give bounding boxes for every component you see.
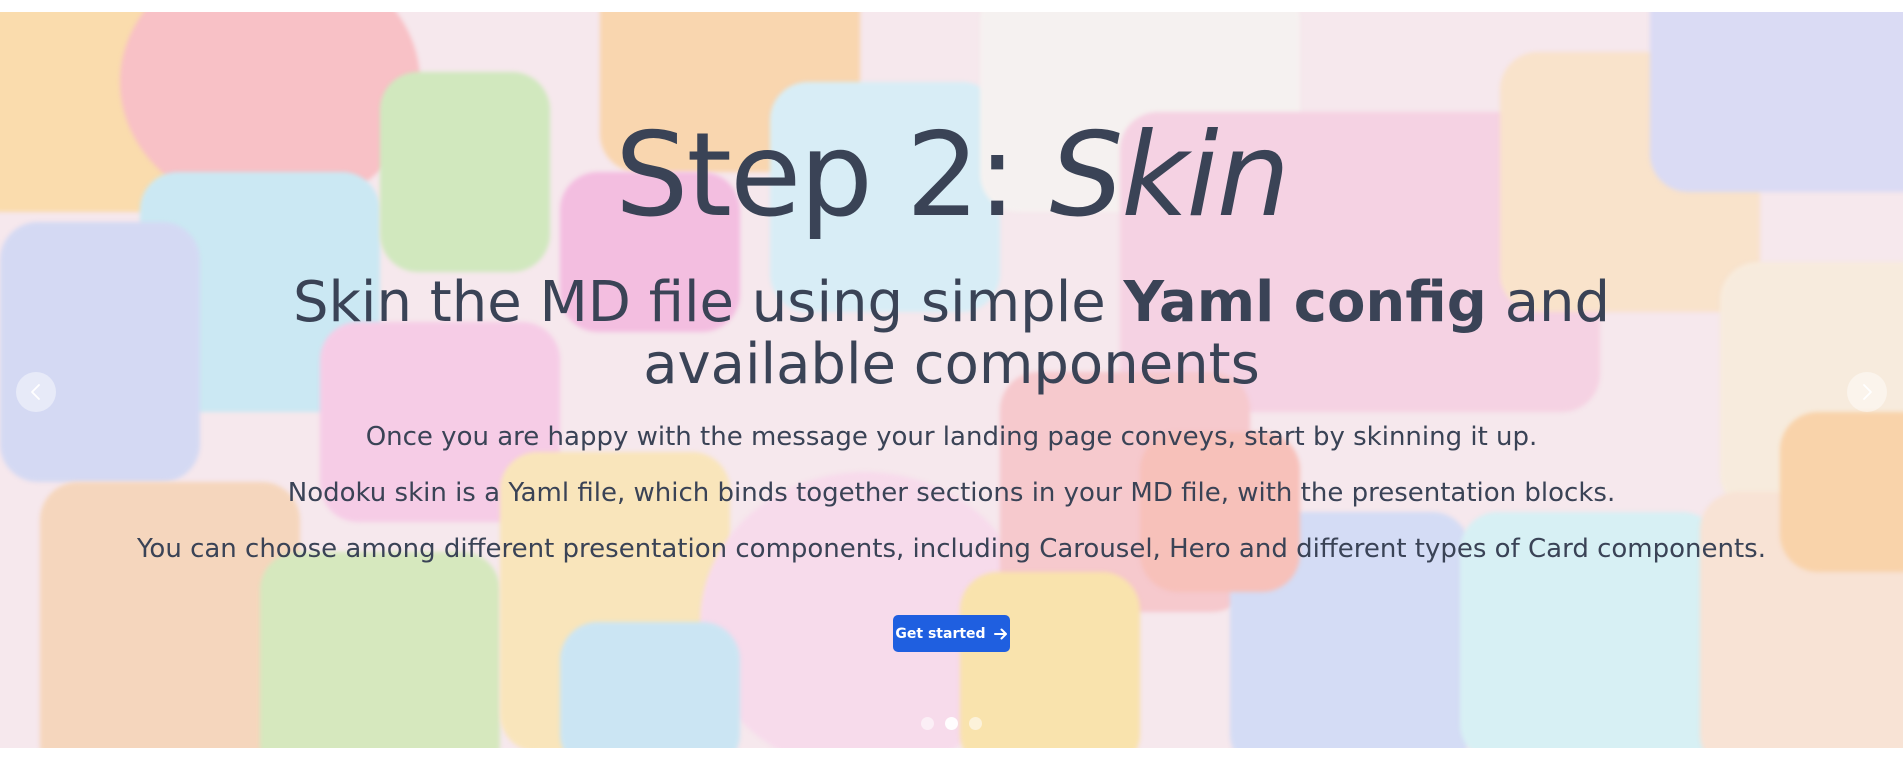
get-started-button[interactable]: Get started	[893, 615, 1010, 652]
carousel-indicator[interactable]	[969, 717, 982, 730]
carousel-indicators	[0, 717, 1903, 730]
chevron-left-icon	[31, 384, 40, 400]
slide-paragraph: Once you are happy with the message your…	[365, 422, 1538, 452]
carousel-next-button[interactable]	[1847, 372, 1887, 412]
slide-subtitle-bold: Yaml config	[1123, 270, 1487, 335]
carousel-slide: Step 2: Skin Skin the MD file using simp…	[0, 12, 1903, 748]
get-started-label: Get started	[895, 625, 986, 642]
carousel-indicator[interactable]	[945, 717, 958, 730]
slide-title: Step 2: Skin	[0, 118, 1903, 234]
arrow-right-icon	[993, 628, 1007, 639]
carousel-indicator[interactable]	[921, 717, 934, 730]
carousel-prev-button[interactable]	[16, 372, 56, 412]
slide-subtitle-start: Skin the MD file using simple	[292, 270, 1124, 335]
slide-title-emphasis: Skin	[1049, 108, 1291, 243]
carousel: Step 2: Skin Skin the MD file using simp…	[0, 12, 1903, 748]
slide-paragraph: Nodoku skin is a Yaml file, which binds …	[287, 478, 1616, 508]
slide-subtitle: Skin the MD file using simple Yaml confi…	[180, 272, 1723, 396]
slide-title-prefix: Step 2:	[614, 108, 1050, 243]
chevron-right-icon	[1863, 384, 1872, 400]
slide-paragraph: You can choose among different presentat…	[136, 534, 1766, 564]
